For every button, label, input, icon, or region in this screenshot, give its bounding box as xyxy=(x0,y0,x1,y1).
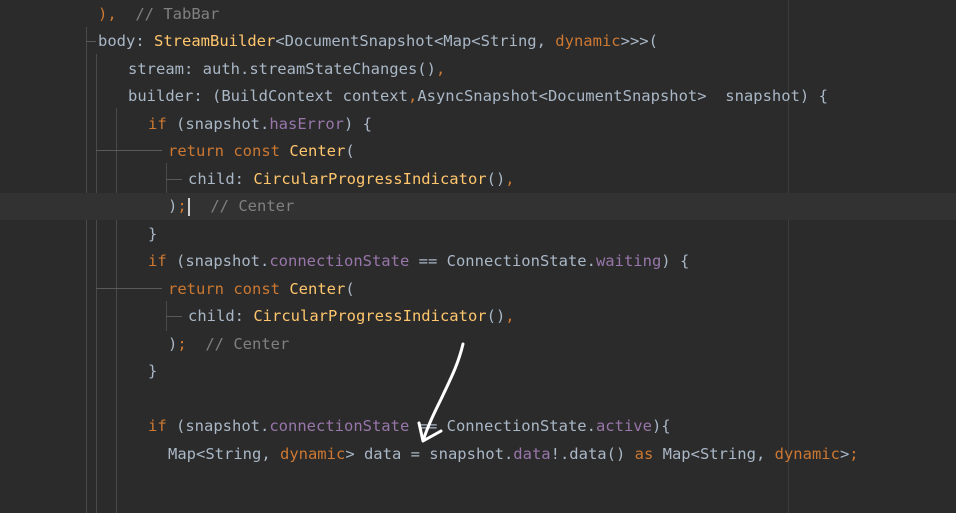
code-token: ) xyxy=(168,197,178,215)
code-token: ( xyxy=(345,142,355,160)
code-line[interactable]: } xyxy=(0,358,157,385)
code-editor[interactable]: ), // TabBar body: StreamBuilder<Documen… xyxy=(0,0,956,513)
code-token: (snapshot. xyxy=(166,417,270,435)
code-line[interactable]: if (snapshot.connectionState == Connecti… xyxy=(0,248,689,275)
code-line[interactable]: } xyxy=(0,221,157,248)
code-token: ) { xyxy=(661,252,690,270)
code-token: } xyxy=(148,362,158,380)
code-token: Map<String, xyxy=(168,445,280,463)
code-token: dynamic xyxy=(555,32,621,50)
code-token: <DocumentSnapshot<Map<String, xyxy=(275,32,556,50)
code-line[interactable]: if (snapshot.hasError) { xyxy=(0,111,372,138)
code-token: connectionState xyxy=(269,417,410,435)
code-line[interactable]: Map<String, dynamic> data = snapshot.dat… xyxy=(0,441,859,468)
code-line[interactable]: child: CircularProgressIndicator(), xyxy=(0,166,515,193)
code-token: connectionState xyxy=(269,252,410,270)
code-token: return const xyxy=(168,280,290,298)
code-token: as xyxy=(634,445,654,463)
code-token: Map<String, xyxy=(653,445,775,463)
code-token: dynamic xyxy=(774,445,840,463)
code-token: ){ xyxy=(651,417,671,435)
code-line[interactable]: ), // TabBar xyxy=(0,1,219,28)
code-line[interactable]: body: StreamBuilder<DocumentSnapshot<Map… xyxy=(0,28,658,55)
code-token: CircularProgressIndicator xyxy=(253,170,487,188)
code-token: if xyxy=(148,252,167,270)
right-margin-guide xyxy=(788,0,789,513)
code-token: return const xyxy=(168,142,290,160)
code-token: ; xyxy=(177,335,187,353)
code-token: if xyxy=(148,115,167,133)
code-line[interactable]: builder: (BuildContext context,AsyncSnap… xyxy=(0,83,828,110)
code-token: ( xyxy=(345,280,355,298)
code-token: , xyxy=(505,170,515,188)
code-token: ), xyxy=(98,5,126,23)
code-token: stream: auth.streamStateChanges() xyxy=(128,60,436,78)
code-token: ; xyxy=(177,197,187,215)
code-token: ; xyxy=(849,445,859,463)
code-token: if xyxy=(148,417,167,435)
code-token: !.data() xyxy=(550,445,635,463)
code-token: AsyncSnapshot<DocumentSnapshot> snapshot… xyxy=(417,87,828,105)
code-token: >>>( xyxy=(620,32,658,50)
code-token: waiting xyxy=(595,252,662,270)
code-token: dynamic xyxy=(279,445,346,463)
code-token: > xyxy=(839,445,850,463)
code-token: Center xyxy=(289,142,346,160)
code-token: > data = snapshot. xyxy=(345,445,514,463)
code-token: Center xyxy=(289,280,346,298)
code-token: (snapshot. xyxy=(166,115,270,133)
code-token: () xyxy=(486,170,506,188)
code-comment: // TabBar xyxy=(126,5,220,23)
code-token: ) xyxy=(168,335,178,353)
code-token: data xyxy=(513,445,551,463)
code-token: ) { xyxy=(343,115,372,133)
code-token: child: xyxy=(188,307,254,325)
code-token: , xyxy=(435,60,446,78)
code-token: == ConnectionState. xyxy=(409,252,596,270)
text-cursor xyxy=(187,197,190,216)
code-comment: // Center xyxy=(191,197,295,215)
code-line[interactable]: if (snapshot.connectionState == Connecti… xyxy=(0,413,671,440)
code-token: active xyxy=(595,417,652,435)
code-token: , xyxy=(407,87,418,105)
code-line[interactable]: child: CircularProgressIndicator(), xyxy=(0,303,515,330)
code-token: child: xyxy=(188,170,254,188)
code-token: () xyxy=(486,307,506,325)
code-token: body: xyxy=(98,32,154,50)
code-line[interactable]: return const Center( xyxy=(0,276,355,303)
code-token: CircularProgressIndicator xyxy=(253,307,487,325)
code-line[interactable]: ); // Center xyxy=(0,331,289,358)
code-token: builder: (BuildContext context xyxy=(128,87,408,105)
code-token: == ConnectionState. xyxy=(409,417,596,435)
code-token: (snapshot. xyxy=(166,252,270,270)
code-token: , xyxy=(505,307,515,325)
code-line[interactable]: return const Center( xyxy=(0,138,355,165)
code-token: hasError xyxy=(269,115,344,133)
current-code-line[interactable]: ); // Center xyxy=(0,193,956,220)
code-token: StreamBuilder xyxy=(154,32,276,50)
code-token: } xyxy=(148,225,158,243)
code-line[interactable]: stream: auth.streamStateChanges(), xyxy=(0,56,445,83)
code-comment: // Center xyxy=(186,335,290,353)
